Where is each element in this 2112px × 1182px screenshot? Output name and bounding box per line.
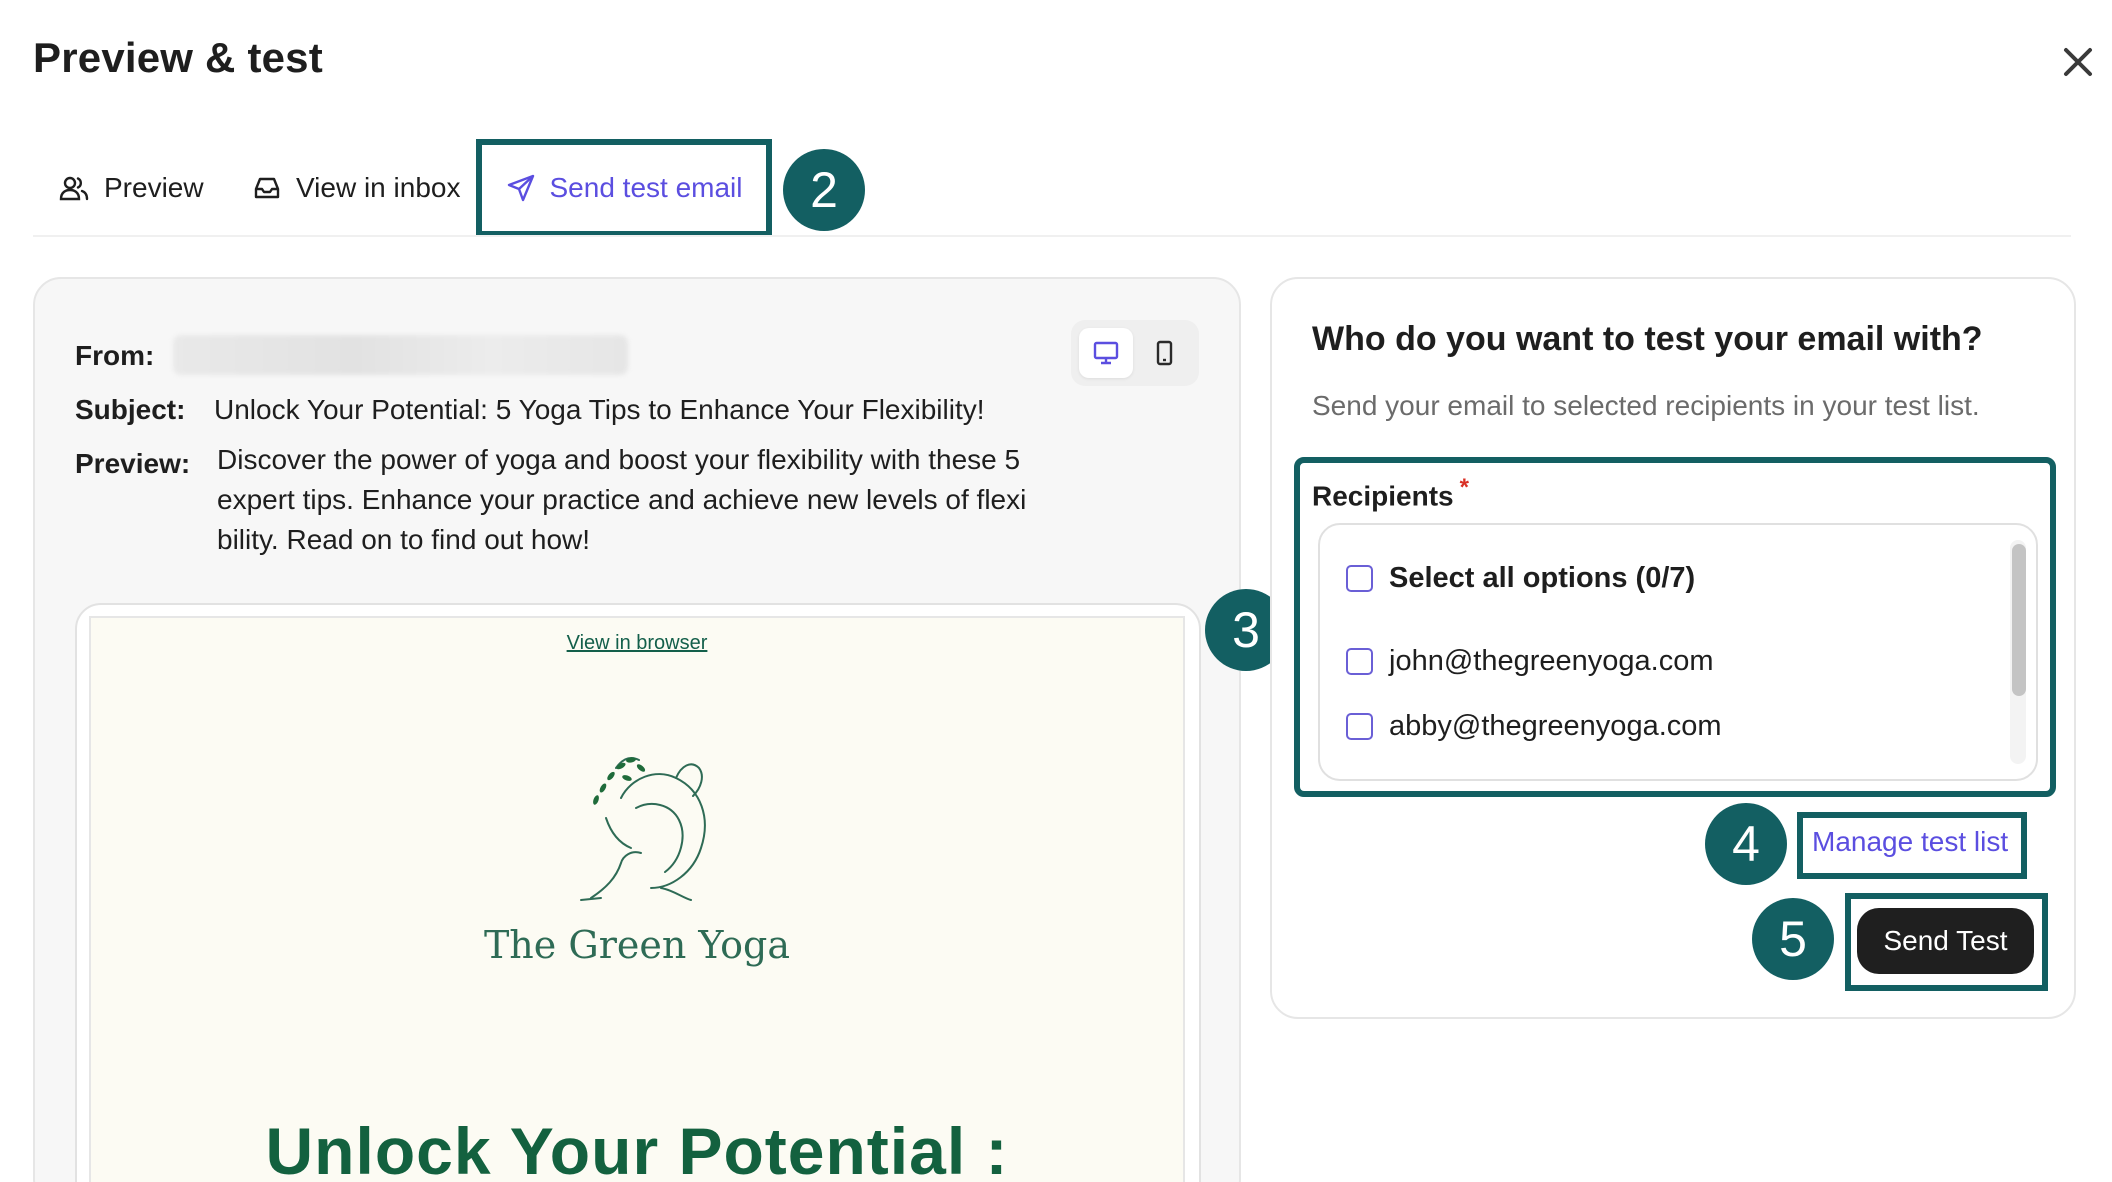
send-test-button[interactable]: Send Test [1857,908,2034,974]
required-mark: * [1459,474,1469,501]
test-panel-subtitle: Send your email to selected recipients i… [1312,390,1980,421]
preview-text: Discover the power of yoga and boost you… [217,444,1027,555]
tab-view-in-inbox-label: View in inbox [296,172,461,203]
select-all-label: Select all options (0/7) [1389,561,1696,594]
preview-label: Preview: [75,448,191,479]
device-toggle [1071,320,1199,386]
tab-send-test-email[interactable]: Send test email [476,139,772,237]
recipient-checkbox[interactable] [1346,712,1373,740]
recipients-scrollbar[interactable] [2012,544,2026,696]
close-icon [2064,48,2092,76]
select-all-option[interactable]: Select all options (0/7) [1346,558,1695,598]
recipients-label: Recipients * [1312,474,1469,512]
desktop-view-button[interactable] [1079,328,1133,378]
step-badge-5: 5 [1752,898,1834,980]
tab-view-in-inbox[interactable]: View in inbox [252,150,460,226]
recipient-option[interactable]: john@thegreenyoga.com [1346,641,1713,681]
inbox-icon [254,177,280,199]
brand-name: The Green Yoga [483,923,791,967]
test-panel-title: Who do you want to test your email with? [1312,320,1983,358]
yoga-logo-icon [580,757,706,901]
recipient-checkbox[interactable] [1346,647,1373,675]
recipient-email: john@thegreenyoga.com [1389,644,1714,677]
recipient-email: abby@thegreenyoga.com [1389,709,1722,742]
recipient-option[interactable]: abby@thegreenyoga.com [1346,706,1722,746]
email-body: View in browser The Green Yoga Unlock Yo… [89,616,1185,1182]
mobile-view-button[interactable] [1137,328,1191,378]
tabs-divider [33,235,2071,237]
close-button[interactable] [2058,42,2098,82]
manage-test-list-link[interactable]: Manage test list [1812,826,2008,858]
step-badge-2: 2 [783,149,865,231]
view-in-browser-link[interactable]: View in browser [91,632,1183,655]
mobile-icon [1156,340,1173,366]
subject-label: Subject: [75,394,186,425]
subject-value: Unlock Your Potential: 5 Yoga Tips to En… [214,394,985,425]
users-icon [59,176,89,201]
email-headline: Unlock Your Potential : [265,1114,1009,1182]
from-address-redacted [173,335,628,375]
send-icon [507,174,534,202]
desktop-icon [1093,341,1119,365]
select-all-checkbox[interactable] [1346,564,1373,592]
tab-send-test-email-label: Send test email [549,172,743,203]
dialog-title: Preview & test [33,34,323,81]
recipients-label-text: Recipients [1312,480,1454,512]
tab-preview-label: Preview [104,172,204,203]
tab-preview[interactable]: Preview [58,150,204,226]
step-badge-4: 4 [1705,803,1787,885]
from-label: From: [75,340,155,371]
